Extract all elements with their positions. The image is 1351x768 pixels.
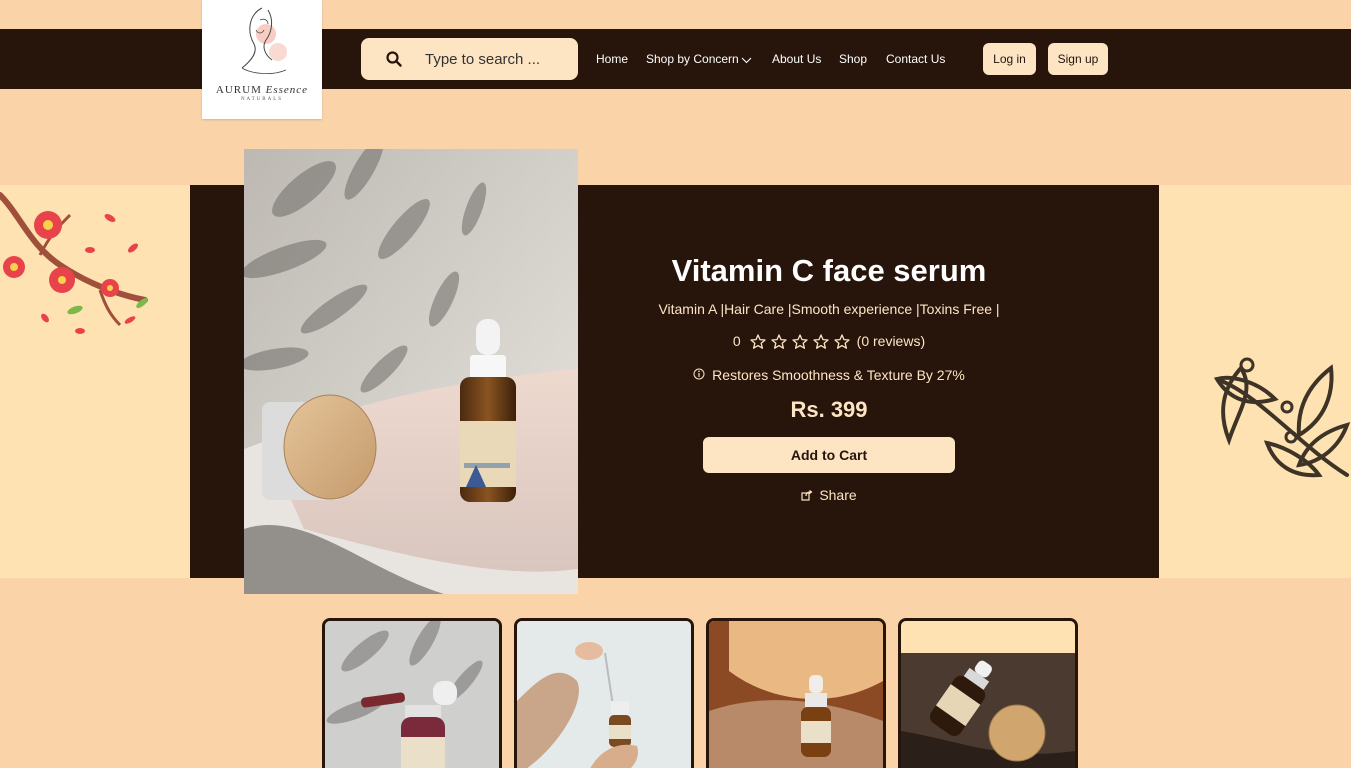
nav-about[interactable]: About Us <box>772 52 821 66</box>
search-icon[interactable] <box>386 51 402 72</box>
nav-shop-by-concern-label: Shop by Concern <box>646 52 739 66</box>
thumbnail-3[interactable] <box>706 618 886 768</box>
add-to-cart-button[interactable]: Add to Cart <box>703 437 955 473</box>
product-tags: Vitamin A |Hair Care |Smooth experience … <box>658 301 1000 317</box>
share-label: Share <box>819 487 857 503</box>
chevron-down-icon <box>741 53 752 67</box>
main-product-image[interactable] <box>244 149 578 594</box>
benefit-note: Restores Smoothness & Texture By 27% <box>578 367 1080 383</box>
nav-shop-by-concern[interactable]: Shop by Concern <box>646 52 752 67</box>
logo-face-illustration <box>241 7 287 74</box>
left-decor-panel <box>0 185 190 578</box>
info-icon <box>693 367 705 383</box>
login-button[interactable]: Log in <box>983 43 1036 75</box>
thumbnail-image <box>901 621 1075 768</box>
brand-name: AURUM <box>215 84 262 96</box>
product-price: Rs. 399 <box>790 397 868 422</box>
thumbnail-4[interactable] <box>898 618 1078 768</box>
brand-script-name: Essence <box>265 84 309 96</box>
right-decor-panel <box>1159 185 1351 578</box>
share-icon <box>801 490 813 501</box>
benefit-text: Restores Smoothness & Texture By 27% <box>712 367 965 383</box>
star-icon[interactable] <box>834 333 850 349</box>
review-count[interactable]: (0 reviews) <box>857 333 925 349</box>
leaf-branch <box>1213 357 1351 478</box>
thumbnail-2[interactable] <box>514 618 694 768</box>
product-title: Vitamin C face serum <box>671 253 987 288</box>
rating-stars[interactable] <box>750 333 850 349</box>
nav-shop[interactable]: Shop <box>839 52 867 66</box>
rating-row: 0 (0 reviews) <box>578 333 1080 349</box>
brand-logo[interactable]: AURUM Essence NATURALS <box>202 0 322 119</box>
search-input[interactable] <box>425 48 565 70</box>
share-button[interactable]: Share <box>578 487 1080 503</box>
rating-value: 0 <box>732 333 741 349</box>
star-icon[interactable] <box>750 333 766 349</box>
nav-home[interactable]: Home <box>596 52 628 66</box>
cherry-blossom-branch <box>0 192 148 334</box>
star-icon[interactable] <box>792 333 808 349</box>
search-bar <box>361 38 578 80</box>
thumbnail-image <box>325 621 499 768</box>
star-icon[interactable] <box>813 333 829 349</box>
brand-subtitle: NATURALS <box>240 97 284 102</box>
thumbnail-image <box>709 621 883 768</box>
star-icon[interactable] <box>771 333 787 349</box>
thumbnail-1[interactable] <box>322 618 502 768</box>
signup-button[interactable]: Sign up <box>1048 43 1108 75</box>
product-photo-illustration <box>244 149 578 594</box>
nav-contact[interactable]: Contact Us <box>886 52 945 66</box>
thumbnail-image <box>517 621 691 768</box>
